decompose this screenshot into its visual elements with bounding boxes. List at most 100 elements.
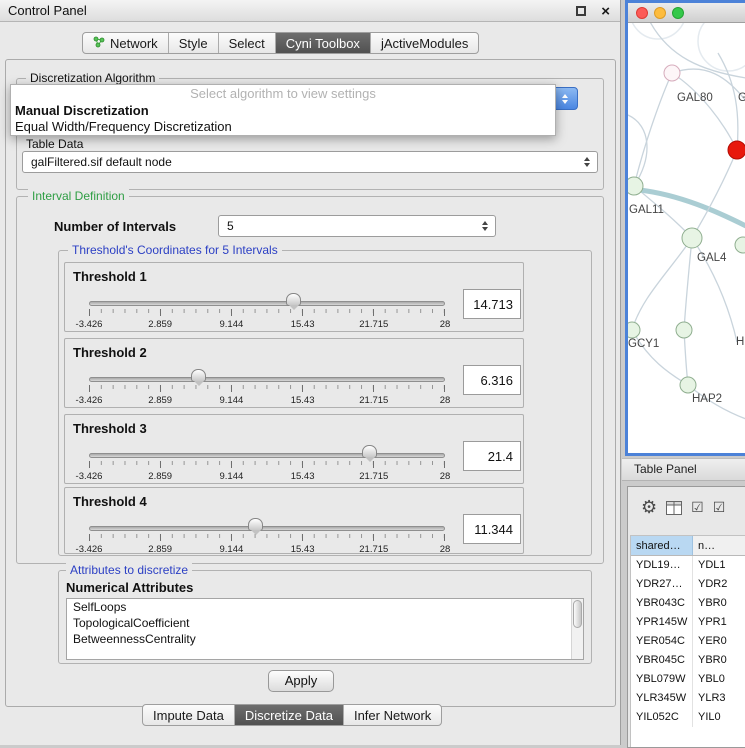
gear-icon[interactable]: ⚙ bbox=[641, 499, 657, 517]
tab-style[interactable]: Style bbox=[168, 33, 218, 53]
threshold-4-label: Threshold 4 bbox=[73, 494, 147, 509]
slider-track[interactable] bbox=[89, 301, 445, 306]
slider-thumb[interactable] bbox=[286, 293, 301, 306]
network-node[interactable] bbox=[628, 322, 640, 338]
tab-select-label: Select bbox=[229, 36, 265, 51]
table-row[interactable]: YBR045CYBR0 bbox=[631, 651, 745, 670]
table-row[interactable]: YER054CYER0 bbox=[631, 632, 745, 651]
table-cell: YIL052C bbox=[631, 708, 693, 727]
threshold-2-slider[interactable]: -3.4262.8599.14415.4321.71528 bbox=[89, 369, 445, 409]
tab-network[interactable]: Network bbox=[83, 33, 168, 53]
list-scrollbar[interactable] bbox=[571, 599, 583, 659]
slider-track[interactable] bbox=[89, 526, 445, 531]
network-node[interactable] bbox=[628, 177, 643, 195]
tab-infer-network[interactable]: Infer Network bbox=[343, 705, 441, 725]
float-window-icon[interactable] bbox=[576, 6, 586, 16]
network-node[interactable] bbox=[676, 322, 692, 338]
dropdown-option-manual-discretization[interactable]: Manual Discretization bbox=[11, 103, 555, 119]
network-node[interactable] bbox=[682, 228, 702, 248]
tab-network-label: Network bbox=[110, 36, 158, 51]
slider-thumb[interactable] bbox=[191, 369, 206, 382]
scrollbar-thumb[interactable] bbox=[573, 600, 582, 628]
combo-arrows-icon bbox=[584, 157, 590, 167]
slider-major-ticks bbox=[89, 461, 445, 468]
columns-icon[interactable] bbox=[666, 501, 682, 515]
list-item[interactable]: SelfLoops bbox=[67, 599, 571, 615]
slider-major-ticks bbox=[89, 309, 445, 316]
column-header-shared-name[interactable]: shared… bbox=[631, 536, 693, 555]
threshold-1-value-field[interactable]: 14.713 bbox=[463, 289, 521, 319]
table-row[interactable]: YPR145WYPR1 bbox=[631, 613, 745, 632]
slider-major-ticks bbox=[89, 534, 445, 541]
tab-discretize-data[interactable]: Discretize Data bbox=[234, 705, 343, 725]
thresholds-group-title: Threshold's Coordinates for 5 Intervals bbox=[68, 243, 282, 257]
attributes-list-items: SelfLoopsTopologicalCoefficientBetweenne… bbox=[67, 599, 571, 659]
network-edge bbox=[632, 238, 692, 330]
column-header-name[interactable]: n… bbox=[693, 536, 745, 555]
tab-select[interactable]: Select bbox=[218, 33, 275, 53]
tick-label: -3.426 bbox=[76, 319, 103, 330]
network-window-titlebar[interactable] bbox=[628, 3, 745, 23]
dropdown-option-equal-width-frequency[interactable]: Equal Width/Frequency Discretization bbox=[11, 119, 555, 135]
slider-thumb[interactable] bbox=[362, 445, 377, 458]
table-panel-header[interactable]: Table Panel bbox=[622, 458, 745, 481]
slider-track[interactable] bbox=[89, 377, 445, 382]
table-cell: YLR3 bbox=[693, 689, 745, 708]
threshold-2-value-field[interactable]: 6.316 bbox=[463, 365, 521, 395]
table-row[interactable]: YLR345WYLR3 bbox=[631, 689, 745, 708]
slider-tick-labels: -3.4262.8599.14415.4321.71528 bbox=[89, 471, 445, 483]
tab-style-label: Style bbox=[179, 36, 208, 51]
threshold-1-slider[interactable]: -3.4262.8599.14415.4321.71528 bbox=[89, 293, 445, 333]
tick-label: 9.144 bbox=[220, 319, 244, 330]
network-node-label: HAP2 bbox=[692, 393, 722, 405]
network-edge bbox=[634, 73, 672, 186]
minimize-traffic-light-icon[interactable] bbox=[654, 7, 666, 19]
numerical-attributes-list[interactable]: SelfLoopsTopologicalCoefficientBetweenne… bbox=[66, 598, 584, 660]
list-item[interactable]: BetweennessCentrality bbox=[67, 631, 571, 647]
control-panel-titlebar[interactable]: Control Panel × bbox=[0, 0, 620, 22]
table-cell: YBL0 bbox=[693, 670, 745, 689]
close-icon[interactable]: × bbox=[601, 1, 610, 22]
dropdown-hint: Select algorithm to view settings bbox=[11, 85, 555, 103]
slider-track[interactable] bbox=[89, 453, 445, 458]
window-title: Control Panel bbox=[8, 3, 87, 18]
table-data-combobox[interactable]: galFiltered.sif default node bbox=[22, 151, 598, 173]
threshold-4-slider[interactable]: -3.4262.8599.14415.4321.71528 bbox=[89, 518, 445, 558]
threshold-2-label: Threshold 2 bbox=[73, 345, 147, 360]
apply-button[interactable]: Apply bbox=[268, 670, 334, 692]
network-node-label: H bbox=[736, 336, 744, 348]
zoom-traffic-light-icon[interactable] bbox=[672, 7, 684, 19]
select-all-checkbox-icon[interactable]: ☑ bbox=[691, 501, 704, 515]
number-of-intervals-combobox[interactable]: 5 bbox=[218, 215, 496, 237]
network-node-label: GCY1 bbox=[628, 338, 659, 350]
threshold-3-slider[interactable]: -3.4262.8599.14415.4321.71528 bbox=[89, 445, 445, 485]
threshold-4-panel: Threshold 4 -3.4262.8599.14415.4321.7152… bbox=[64, 487, 524, 554]
table-row[interactable]: YDR27…YDR2 bbox=[631, 575, 745, 594]
slider-thumb[interactable] bbox=[248, 518, 263, 531]
threshold-3-label: Threshold 3 bbox=[73, 421, 147, 436]
network-node[interactable] bbox=[664, 65, 680, 81]
network-node-label: GAL11 bbox=[629, 204, 664, 216]
tab-impute-data[interactable]: Impute Data bbox=[143, 705, 234, 725]
network-edge bbox=[684, 238, 692, 330]
close-traffic-light-icon[interactable] bbox=[636, 7, 648, 19]
tab-jactivemodules[interactable]: jActiveModules bbox=[370, 33, 478, 53]
network-node[interactable] bbox=[728, 141, 745, 159]
threshold-3-value-field[interactable]: 21.4 bbox=[463, 441, 521, 471]
table-panel-toolbar: ⚙ ☑ ☑ bbox=[628, 487, 745, 529]
tab-cyni-toolbox[interactable]: Cyni Toolbox bbox=[275, 33, 370, 53]
table-cell: YPR145W bbox=[631, 613, 693, 632]
interval-definition-title: Interval Definition bbox=[28, 189, 129, 203]
algorithm-group-title: Discretization Algorithm bbox=[26, 71, 159, 85]
threshold-4-value-field[interactable]: 11.344 bbox=[463, 514, 521, 544]
network-graph[interactable]: GAL80GGAL11GAL4GCY1HHAP2 bbox=[628, 23, 745, 452]
tick-label: 9.144 bbox=[220, 471, 244, 482]
table-row[interactable]: YBL079WYBL0 bbox=[631, 670, 745, 689]
table-row[interactable]: YIL052CYIL0 bbox=[631, 708, 745, 727]
table-row[interactable]: YBR043CYBR0 bbox=[631, 594, 745, 613]
select-checkbox-icon[interactable]: ☑ bbox=[713, 501, 726, 515]
network-node[interactable] bbox=[680, 377, 696, 393]
list-item[interactable]: TopologicalCoefficient bbox=[67, 615, 571, 631]
network-node[interactable] bbox=[735, 237, 745, 253]
table-row[interactable]: YDL19…YDL1 bbox=[631, 556, 745, 575]
